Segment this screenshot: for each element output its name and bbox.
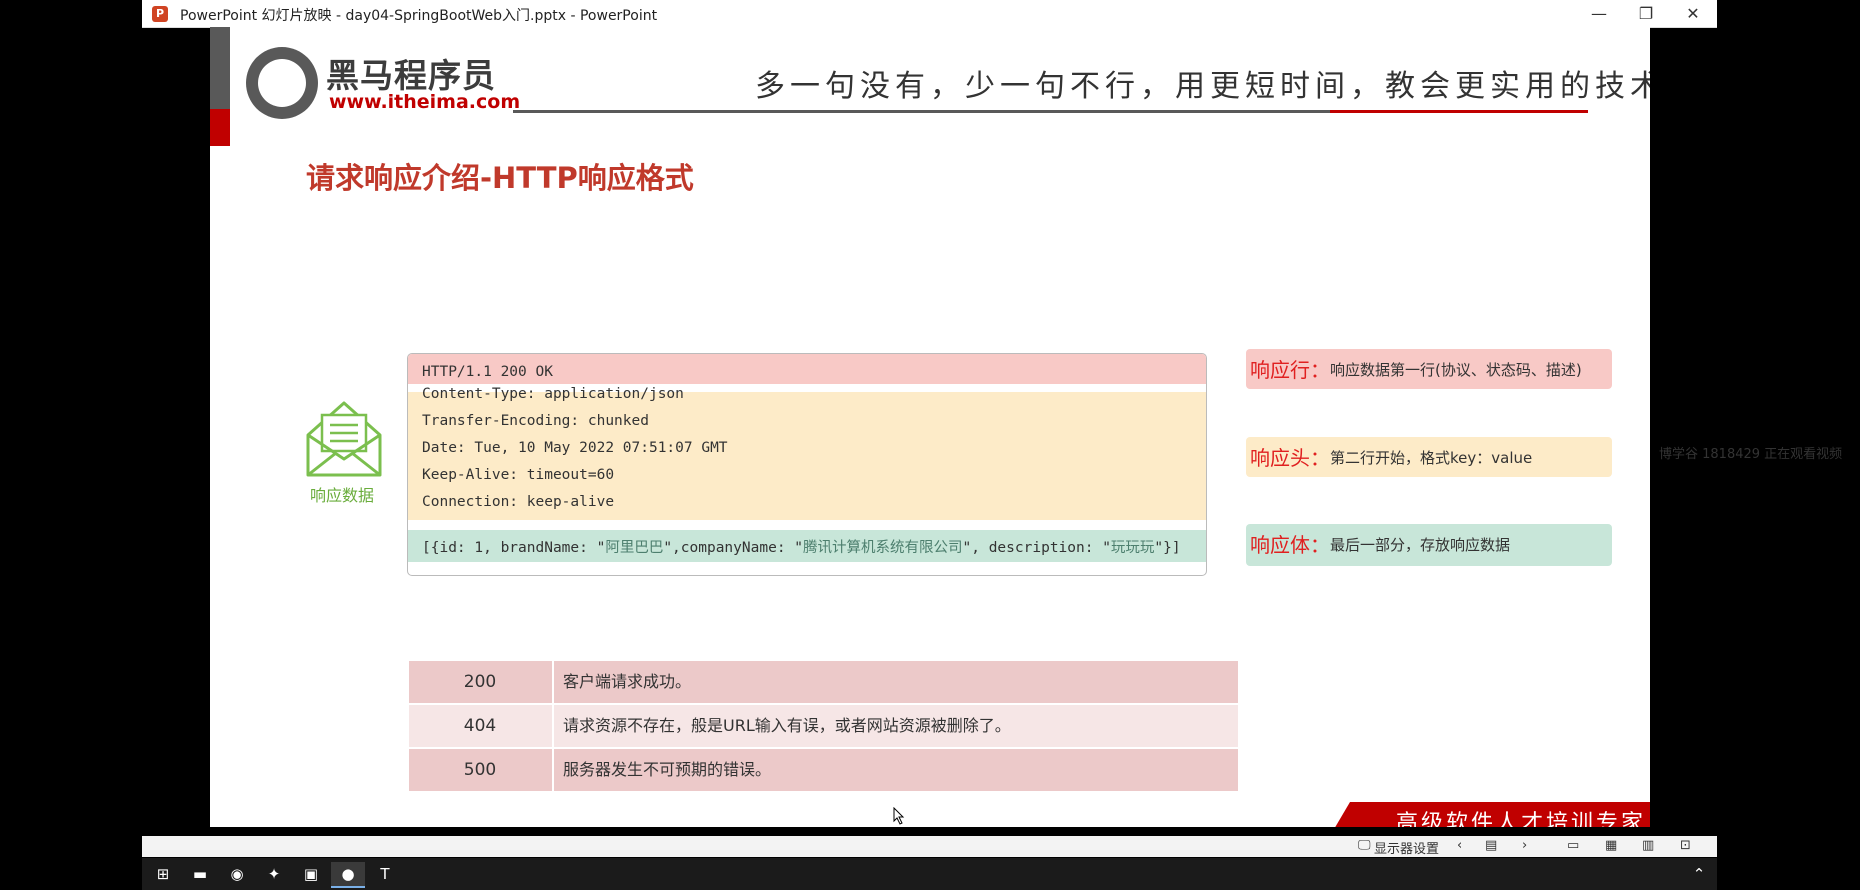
body-value: 玩玩玩 bbox=[1110, 540, 1155, 556]
label-key: 响应行： bbox=[1250, 358, 1330, 382]
presenter-view-icon[interactable]: ⊡ bbox=[1680, 838, 1691, 853]
envelope-label: 响应数据 bbox=[310, 486, 375, 505]
slideshow-status-bar: 🖵 显示器设置 ‹ ▤ › ▭ ▦ ▥ ⊡ bbox=[142, 836, 1717, 857]
slide-title: 请求响应介绍-HTTP响应格式 bbox=[306, 161, 694, 195]
slide: 黑马程序员 www.itheima.com 多一句没有，少一句不行，用更短时间，… bbox=[210, 27, 1650, 827]
taskbar: ⊞ ▬ ◉ ✦ ▣ ● T ⌃ bbox=[142, 858, 1717, 890]
envelope-icon bbox=[305, 397, 383, 483]
header-line: Transfer-Encoding: chunked bbox=[422, 413, 649, 429]
powerpoint-taskbar-icon[interactable]: ● bbox=[331, 862, 365, 888]
header-line: Content-Type: application/json bbox=[422, 386, 684, 402]
label-response-body: 响应体： 最后一部分，存放响应数据 bbox=[1246, 524, 1612, 566]
viewer-watermark: 博学谷 1818429 正在观看视频 bbox=[1659, 447, 1843, 462]
previous-slide-icon[interactable]: ‹ bbox=[1457, 838, 1462, 853]
header-line: Connection: keep-alive bbox=[422, 494, 615, 510]
powerpoint-app-icon: P bbox=[152, 6, 168, 22]
body-text: "}] bbox=[1154, 540, 1181, 556]
minimize-button[interactable]: — bbox=[1576, 2, 1622, 26]
footer-banner-text: 高级软件人才培训专家 bbox=[1396, 811, 1647, 827]
header-red-bar bbox=[210, 109, 230, 146]
grid-view-icon[interactable]: ▦ bbox=[1605, 838, 1617, 853]
label-text: 第二行开始，格式key：value bbox=[1330, 449, 1533, 467]
header-line: Keep-Alive: timeout=60 bbox=[422, 467, 615, 483]
status-line: HTTP/1.1 200 OK bbox=[422, 364, 553, 380]
cell-divider bbox=[552, 749, 554, 791]
logo-name: 黑马程序员 bbox=[326, 56, 496, 95]
body-text: [{id: 1, brandName: " bbox=[422, 540, 606, 556]
monitor-icon[interactable]: 🖵 bbox=[1358, 838, 1371, 853]
file-explorer-icon[interactable]: ▬ bbox=[183, 862, 217, 886]
status-code: 404 bbox=[463, 716, 497, 736]
status-row: 200 客户端请求成功。 bbox=[409, 661, 1238, 703]
label-key: 响应头： bbox=[1250, 446, 1330, 470]
label-text: 最后一部分，存放响应数据 bbox=[1330, 536, 1511, 554]
status-row: 404 请求资源不存在，般是URL输入有误，或者网站资源被删除了。 bbox=[409, 705, 1238, 747]
slogan: 多一句没有，少一句不行，用更短时间，教会更实用的技术! bbox=[755, 69, 1650, 104]
windows-start-icon[interactable]: ⊞ bbox=[146, 862, 180, 886]
slide-sorter-icon[interactable]: ▤ bbox=[1485, 838, 1497, 853]
system-tray-chevron-icon[interactable]: ⌃ bbox=[1682, 862, 1716, 886]
close-button[interactable]: ✕ bbox=[1670, 2, 1716, 26]
header-grey-bar bbox=[210, 27, 230, 109]
cell-divider bbox=[552, 661, 554, 703]
window-title: PowerPoint 幻灯片放映 - day04-SpringBootWeb入门… bbox=[180, 8, 658, 24]
http-response-box: HTTP/1.1 200 OK Content-Type: applicatio… bbox=[407, 353, 1207, 576]
normal-view-icon[interactable]: ▭ bbox=[1567, 838, 1579, 853]
status-description: 服务器发生不可预期的错误。 bbox=[563, 760, 772, 779]
typora-icon[interactable]: T bbox=[368, 862, 402, 886]
label-response-line: 响应行： 响应数据第一行(协议、状态码、描述) bbox=[1246, 349, 1612, 389]
header-line: Date: Tue, 10 May 2022 07:51:07 GMT bbox=[422, 440, 728, 456]
display-settings-button[interactable]: 显示器设置 bbox=[1374, 838, 1439, 857]
status-description: 请求资源不存在，般是URL输入有误，或者网站资源被删除了。 bbox=[563, 716, 1011, 735]
reading-view-icon[interactable]: ▥ bbox=[1642, 838, 1654, 853]
status-description: 客户端请求成功。 bbox=[563, 672, 692, 691]
banner-tail bbox=[1330, 802, 1350, 827]
window-title-bar: P PowerPoint 幻灯片放映 - day04-SpringBootWeb… bbox=[142, 0, 1717, 28]
body-value: 腾讯计算机系统有限公司 bbox=[803, 540, 963, 556]
mouse-cursor-icon bbox=[893, 806, 905, 827]
label-key: 响应体： bbox=[1250, 533, 1330, 557]
logo-url: www.itheima.com bbox=[329, 91, 521, 113]
restore-button[interactable]: ❐ bbox=[1623, 2, 1669, 26]
next-slide-icon[interactable]: › bbox=[1522, 838, 1527, 853]
status-row: 500 服务器发生不可预期的错误。 bbox=[409, 749, 1238, 791]
label-response-headers: 响应头： 第二行开始，格式key：value bbox=[1246, 437, 1612, 477]
chrome-icon[interactable]: ◉ bbox=[220, 862, 254, 886]
label-text: 响应数据第一行(协议、状态码、描述) bbox=[1330, 361, 1582, 379]
intellij-icon[interactable]: ▣ bbox=[294, 862, 328, 886]
horse-logo-inner bbox=[258, 59, 306, 107]
header-divider-accent bbox=[1330, 110, 1588, 113]
body-value: 阿里巴巴 bbox=[605, 540, 664, 556]
app-icon[interactable]: ✦ bbox=[257, 862, 291, 886]
status-code: 500 bbox=[463, 760, 497, 780]
status-code: 200 bbox=[463, 672, 497, 692]
body-text: ",companyName: " bbox=[663, 540, 804, 556]
cell-divider bbox=[552, 705, 554, 747]
body-line: [{id: 1, brandName: "阿里巴巴",companyName: … bbox=[422, 536, 1181, 557]
body-text: ", description: " bbox=[962, 540, 1111, 556]
